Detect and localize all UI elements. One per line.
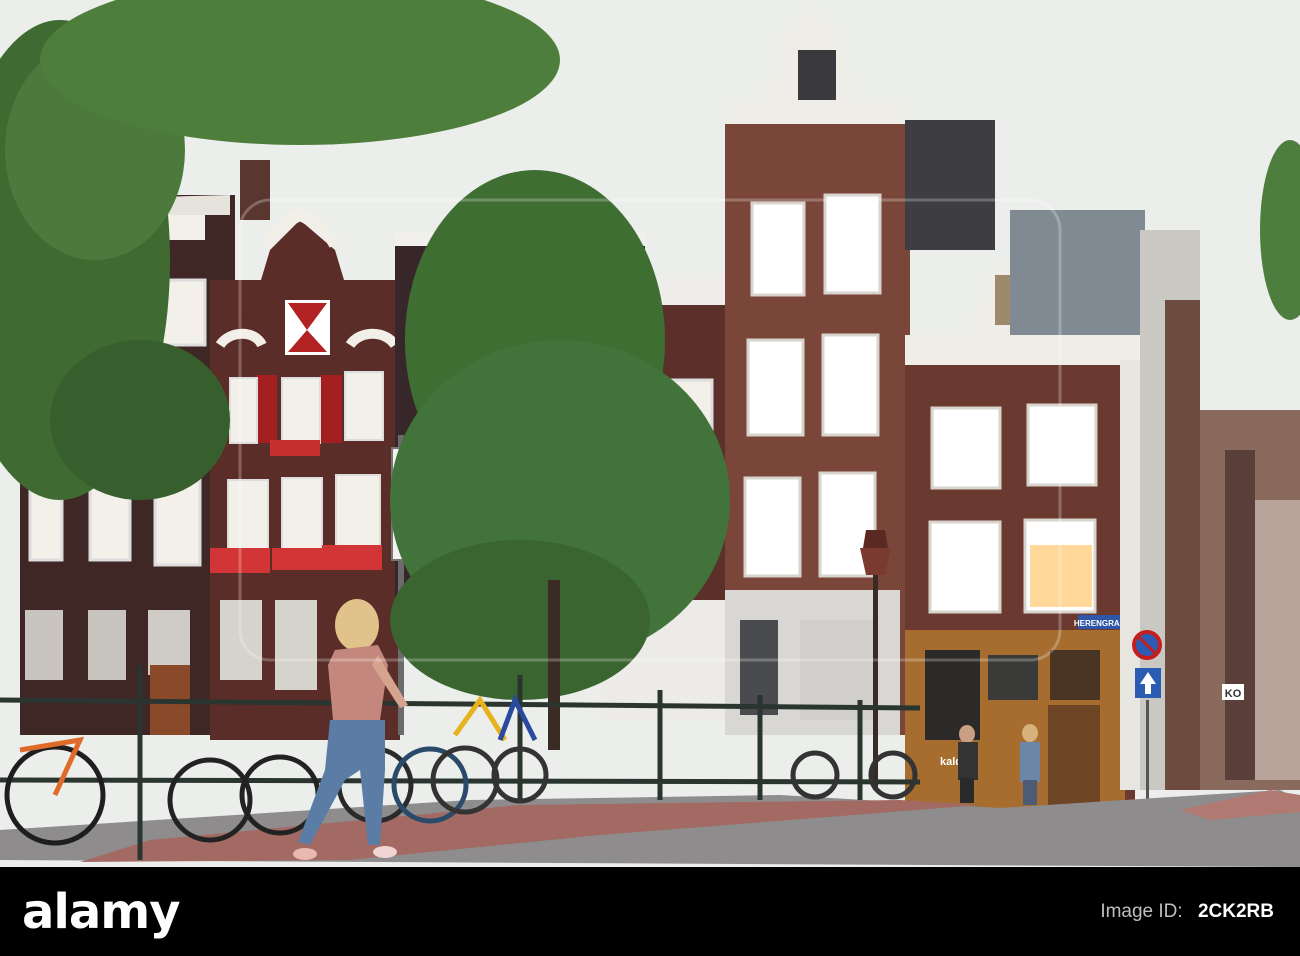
alamy-logo[interactable]: alamy [22,868,181,956]
shop-sign: KO [1225,688,1242,700]
image-id: Image ID: 2CK2RB [1100,868,1274,956]
image-id-label: Image ID: [1100,901,1183,922]
canal-street-scene: HERENGRACHT kaldi KO [0,0,1300,867]
image-id-value: 2CK2RB [1197,901,1274,922]
street-photo: HERENGRACHT kaldi KO [0,0,1300,867]
